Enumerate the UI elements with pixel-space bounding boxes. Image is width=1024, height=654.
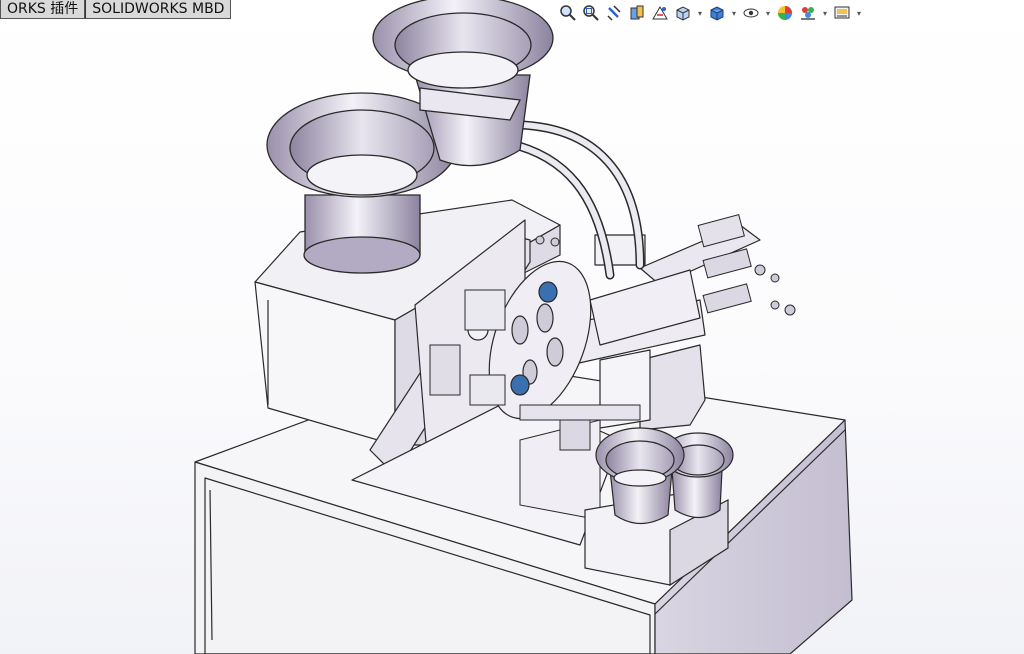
- command-manager-tabs: ORKS 插件 SOLIDWORKS MBD: [0, 0, 232, 20]
- previous-view-button[interactable]: [604, 3, 624, 23]
- zoom-to-area-icon: [583, 5, 599, 21]
- heads-up-view-toolbar: ▾ ▾ ▾ ▾ ▾: [558, 2, 863, 24]
- zoom-to-fit-button[interactable]: [558, 3, 578, 23]
- view-orientation-dropdown[interactable]: ▾: [696, 3, 704, 23]
- display-style-button[interactable]: [707, 3, 727, 23]
- apply-scene-button[interactable]: [798, 3, 818, 23]
- graphics-area[interactable]: [0, 0, 1024, 654]
- tab-solidworks-mbd[interactable]: SOLIDWORKS MBD: [85, 0, 232, 19]
- view-settings-dropdown[interactable]: ▾: [855, 3, 863, 23]
- view-orientation-button[interactable]: [673, 3, 693, 23]
- apply-scene-icon: [801, 7, 815, 20]
- section-view-button[interactable]: [627, 3, 647, 23]
- display-style-dropdown[interactable]: ▾: [730, 3, 738, 23]
- view-settings-button[interactable]: [832, 3, 852, 23]
- previous-view-icon: [607, 5, 621, 21]
- zoom-to-area-button[interactable]: [581, 3, 601, 23]
- hide-show-items-icon: [743, 8, 759, 18]
- zoom-to-fit-icon: [560, 5, 576, 21]
- apply-scene-dropdown[interactable]: ▾: [821, 3, 829, 23]
- edit-appearance-icon: [778, 6, 792, 20]
- edit-appearance-button[interactable]: [775, 3, 795, 23]
- view-settings-icon: [834, 6, 850, 19]
- display-style-icon: [710, 6, 724, 21]
- dynamic-annotation-views-button[interactable]: [650, 3, 670, 23]
- hide-show-items-dropdown[interactable]: ▾: [764, 3, 772, 23]
- dynamic-annotation-views-icon: [652, 6, 668, 20]
- view-orientation-icon: [676, 6, 690, 21]
- section-view-icon: [630, 5, 644, 20]
- hide-show-items-button[interactable]: [741, 3, 761, 23]
- tab-solidworks-addins[interactable]: ORKS 插件: [0, 0, 86, 19]
